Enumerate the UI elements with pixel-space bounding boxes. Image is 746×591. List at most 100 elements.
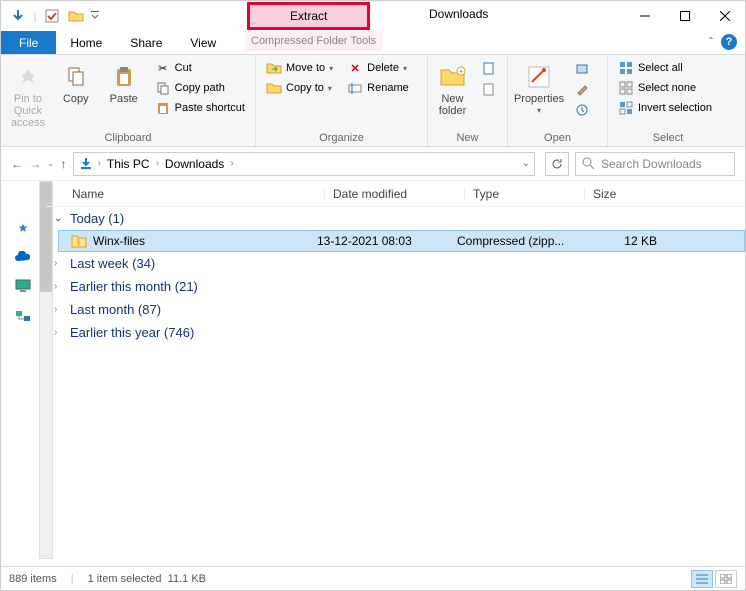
minimize-button[interactable] bbox=[625, 1, 665, 31]
organize-stack-2: ✕Delete▾ Rename bbox=[343, 59, 413, 97]
breadcrumb-downloads[interactable]: Downloads bbox=[163, 157, 226, 171]
new-folder-button[interactable]: ✦ New folder bbox=[434, 59, 471, 117]
chevron-down-icon: ▾ bbox=[328, 84, 332, 93]
delete-label: Delete bbox=[367, 62, 399, 74]
search-placeholder: Search Downloads bbox=[601, 157, 702, 171]
open-button[interactable] bbox=[570, 59, 594, 77]
properties-label: Properties bbox=[514, 93, 564, 105]
column-date[interactable]: Date modified bbox=[324, 187, 464, 201]
ribbon-group-select: Select all Select none Invert selection … bbox=[608, 55, 728, 146]
select-none-icon bbox=[618, 80, 634, 96]
copy-to-button[interactable]: Copy to▾ bbox=[262, 79, 337, 97]
group-earlier-this-year[interactable]: › Earlier this year (746) bbox=[46, 321, 745, 344]
column-name[interactable]: Name bbox=[54, 187, 324, 201]
ribbon-tab-strip: File Home Share View Compressed Folder T… bbox=[1, 31, 745, 55]
search-box[interactable]: Search Downloads bbox=[575, 152, 735, 176]
ribbon-group-new: ✦ New folder New bbox=[428, 55, 508, 146]
back-button[interactable]: ← bbox=[11, 157, 23, 171]
file-size: 12 KB bbox=[577, 234, 657, 248]
new-folder-icon: ✦ bbox=[439, 63, 467, 91]
edit-button[interactable] bbox=[570, 80, 594, 98]
open-group-label: Open bbox=[514, 130, 601, 146]
new-item-button[interactable] bbox=[477, 59, 501, 77]
maximize-button[interactable] bbox=[665, 1, 705, 31]
forward-button[interactable]: → bbox=[29, 157, 41, 171]
onedrive-icon[interactable] bbox=[14, 251, 32, 263]
select-none-button[interactable]: Select none bbox=[614, 79, 716, 97]
move-to-button[interactable]: Move to▾ bbox=[262, 59, 337, 77]
help-icon[interactable]: ? bbox=[721, 34, 737, 50]
refresh-button[interactable] bbox=[545, 152, 569, 176]
rename-button[interactable]: Rename bbox=[343, 79, 413, 97]
properties-button[interactable]: Properties ▾ bbox=[514, 59, 564, 116]
group-today[interactable]: ⌄ Today (1) bbox=[46, 207, 745, 230]
history-button[interactable] bbox=[570, 101, 594, 119]
group-label: Earlier this year (746) bbox=[70, 325, 194, 340]
tab-share[interactable]: Share bbox=[116, 31, 176, 54]
easy-access-icon bbox=[481, 81, 497, 97]
open-stack bbox=[570, 59, 594, 119]
column-type[interactable]: Type bbox=[464, 187, 584, 201]
move-to-icon bbox=[266, 60, 282, 76]
quick-access-star-icon[interactable]: ★ bbox=[18, 221, 29, 235]
chevron-right-icon[interactable]: › bbox=[98, 158, 101, 169]
quick-access-toolbar: | bbox=[1, 5, 101, 27]
new-stack bbox=[477, 59, 501, 98]
up-button[interactable]: ↑ bbox=[61, 157, 67, 171]
network-icon[interactable] bbox=[15, 309, 31, 323]
down-arrow-icon[interactable] bbox=[7, 5, 29, 27]
group-earlier-this-month[interactable]: › Earlier this month (21) bbox=[46, 275, 745, 298]
invert-selection-button[interactable]: Invert selection bbox=[614, 99, 716, 117]
properties-icon bbox=[525, 63, 553, 91]
folder-icon[interactable] bbox=[65, 5, 87, 27]
rename-icon bbox=[347, 80, 363, 96]
history-icon bbox=[574, 102, 590, 118]
this-pc-icon[interactable] bbox=[15, 279, 31, 293]
checkbox-checked-icon[interactable] bbox=[41, 5, 63, 27]
navigation-pane[interactable]: ★ bbox=[1, 181, 46, 559]
copy-button[interactable]: Copy bbox=[55, 59, 97, 105]
tab-extract[interactable]: Extract bbox=[247, 2, 370, 30]
details-view-button[interactable] bbox=[691, 570, 713, 588]
select-group-label: Select bbox=[614, 130, 722, 146]
tab-home[interactable]: Home bbox=[56, 31, 116, 54]
column-size[interactable]: Size bbox=[584, 187, 674, 201]
recent-locations-button[interactable]: ⌄ bbox=[47, 158, 55, 169]
thumbnails-view-button[interactable] bbox=[715, 570, 737, 588]
select-none-label: Select none bbox=[638, 82, 696, 94]
pin-quick-access-button[interactable]: Pin to Quick access bbox=[7, 59, 49, 129]
paste-shortcut-button[interactable]: Paste shortcut bbox=[151, 99, 249, 117]
ribbon-collapse-icon[interactable]: ˆ bbox=[709, 35, 713, 49]
cut-button[interactable]: ✂Cut bbox=[151, 59, 249, 77]
paste-icon bbox=[110, 63, 138, 91]
invert-label: Invert selection bbox=[638, 102, 712, 114]
paste-button[interactable]: Paste bbox=[103, 59, 145, 105]
new-folder-label: New folder bbox=[434, 93, 471, 117]
group-last-month[interactable]: › Last month (87) bbox=[46, 298, 745, 321]
delete-button[interactable]: ✕Delete▾ bbox=[343, 59, 413, 77]
copy-path-button[interactable]: Copy path bbox=[151, 79, 249, 97]
select-all-button[interactable]: Select all bbox=[614, 59, 716, 77]
view-buttons bbox=[691, 570, 737, 588]
navigation-bar: ← → ⌄ ↑ › This PC › Downloads › ⌄ Search… bbox=[1, 147, 745, 181]
qa-dropdown-icon[interactable] bbox=[89, 5, 101, 27]
tab-file[interactable]: File bbox=[1, 31, 56, 54]
downloads-icon bbox=[78, 156, 94, 172]
qa-separator: | bbox=[31, 5, 39, 27]
breadcrumb-this-pc[interactable]: This PC bbox=[105, 157, 152, 171]
group-last-week[interactable]: › Last week (34) bbox=[46, 252, 745, 275]
pin-icon bbox=[14, 63, 42, 91]
address-bar[interactable]: › This PC › Downloads › ⌄ bbox=[73, 152, 535, 176]
chevron-right-icon[interactable]: › bbox=[156, 158, 159, 169]
chevron-right-icon[interactable]: › bbox=[230, 158, 233, 169]
ribbon-group-clipboard: Pin to Quick access Copy Paste ✂Cut Copy… bbox=[1, 55, 256, 146]
easy-access-button[interactable] bbox=[477, 80, 501, 98]
address-dropdown-icon[interactable]: ⌄ bbox=[522, 158, 530, 169]
file-row[interactable]: Winx-files 13-12-2021 08:03 Compressed (… bbox=[58, 230, 745, 252]
file-date: 13-12-2021 08:03 bbox=[317, 234, 457, 248]
status-bar: 889 items | 1 item selected 11.1 KB bbox=[1, 566, 745, 590]
close-button[interactable] bbox=[705, 1, 745, 31]
move-to-label: Move to bbox=[286, 62, 325, 74]
tab-view[interactable]: View bbox=[176, 31, 230, 54]
new-item-icon bbox=[481, 60, 497, 76]
